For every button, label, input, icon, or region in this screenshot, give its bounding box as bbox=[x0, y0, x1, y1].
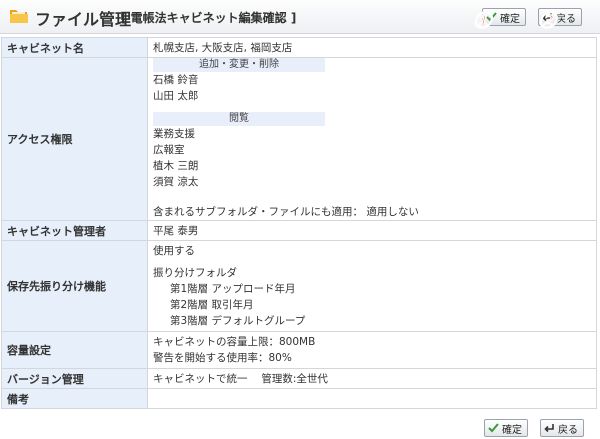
cabinet-detail-table: キャビネット名 札幌支店, 大阪支店, 福岡支店 アクセス権限 追加・変更・削除… bbox=[1, 37, 597, 409]
row-access: アクセス権限 追加・変更・削除 石橋 鈴音 山田 太郎 閲覧 業務支援 広報室 … bbox=[1, 57, 597, 221]
sort-status: 使用する bbox=[153, 245, 195, 257]
row-sort: 保存先振り分け機能 使用する 振り分けフォルダ 第1階層 アップロード年月 第2… bbox=[1, 240, 597, 332]
back-button-bottom[interactable]: 戻る bbox=[540, 419, 584, 437]
notes-value bbox=[147, 388, 597, 409]
cabinet-name-label: キャビネット名 bbox=[1, 37, 148, 58]
confirm-button-bottom[interactable]: 確定 bbox=[484, 419, 528, 437]
admin-label: キャビネット管理者 bbox=[1, 220, 148, 241]
row-notes: 備考 bbox=[1, 388, 597, 409]
row-version: バージョン管理 キャビネットで統一 管理数:全世代 bbox=[1, 368, 597, 389]
capacity-limit: キャビネットの容量上限：800MB bbox=[153, 336, 316, 348]
row-cabinet-name: キャビネット名 札幌支店, 大阪支店, 福岡支店 bbox=[1, 37, 597, 58]
confirm-label: 確定 bbox=[502, 424, 522, 436]
page-header: ファイル管理 [ 電帳法キャビネット編集確認 ] 確定 戻る ① ② bbox=[0, 0, 600, 34]
row-capacity: 容量設定 キャビネットの容量上限：800MB 警告を開始する使用率：80% bbox=[1, 331, 597, 369]
admin-value: 平尾 泰男 bbox=[147, 220, 597, 241]
view-user: 広報室 bbox=[153, 144, 185, 156]
edit-permission-header: 追加・変更・削除 bbox=[153, 58, 325, 72]
view-user: 須賀 涼太 bbox=[153, 176, 199, 188]
notes-label: 備考 bbox=[1, 388, 148, 409]
row-admin: キャビネット管理者 平尾 泰男 bbox=[1, 220, 597, 241]
sort-level: 第3階層 デフォルトグループ bbox=[170, 315, 306, 327]
version-value: キャビネットで統一 管理数:全世代 bbox=[147, 368, 597, 389]
back-label: 戻る bbox=[558, 424, 578, 436]
edit-user: 石橋 鈴音 bbox=[153, 74, 199, 86]
view-user: 業務支援 bbox=[153, 128, 195, 140]
sort-level: 第2階層 取引年月 bbox=[170, 299, 254, 311]
marker-1: ① bbox=[472, 8, 492, 34]
edit-user: 山田 太郎 bbox=[153, 90, 199, 102]
marker-2: ② bbox=[537, 8, 557, 34]
capacity-value: キャビネットの容量上限：800MB 警告を開始する使用率：80% bbox=[147, 331, 597, 369]
back-label: 戻る bbox=[556, 13, 576, 25]
access-label: アクセス権限 bbox=[1, 57, 148, 221]
view-permission-header: 閲覧 bbox=[153, 112, 325, 126]
capacity-warning: 警告を開始する使用率：80% bbox=[153, 352, 292, 364]
version-label: バージョン管理 bbox=[1, 368, 148, 389]
confirm-label: 確定 bbox=[500, 13, 520, 25]
page-subtitle: [ 電帳法キャビネット編集確認 ] bbox=[121, 11, 297, 25]
sort-label: 保存先振り分け機能 bbox=[1, 240, 148, 332]
capacity-label: 容量設定 bbox=[1, 331, 148, 369]
back-arrow-icon bbox=[544, 424, 554, 433]
page-title: ファイル管理 bbox=[35, 10, 132, 29]
sort-level: 第1階層 アップロード年月 bbox=[170, 283, 296, 295]
sort-folder-title: 振り分けフォルダ bbox=[153, 267, 237, 279]
subfolder-note: 含まれるサブフォルダ・ファイルにも適用： 適用しない bbox=[153, 206, 419, 218]
access-value: 追加・変更・削除 石橋 鈴音 山田 太郎 閲覧 業務支援 広報室 植木 三朗 須… bbox=[147, 57, 597, 221]
view-user: 植木 三朗 bbox=[153, 160, 199, 172]
sort-value: 使用する 振り分けフォルダ 第1階層 アップロード年月 第2階層 取引年月 第3… bbox=[147, 240, 597, 332]
cabinet-name-value: 札幌支店, 大阪支店, 福岡支店 bbox=[147, 37, 597, 58]
folder-icon bbox=[10, 10, 28, 23]
check-icon bbox=[488, 423, 499, 433]
